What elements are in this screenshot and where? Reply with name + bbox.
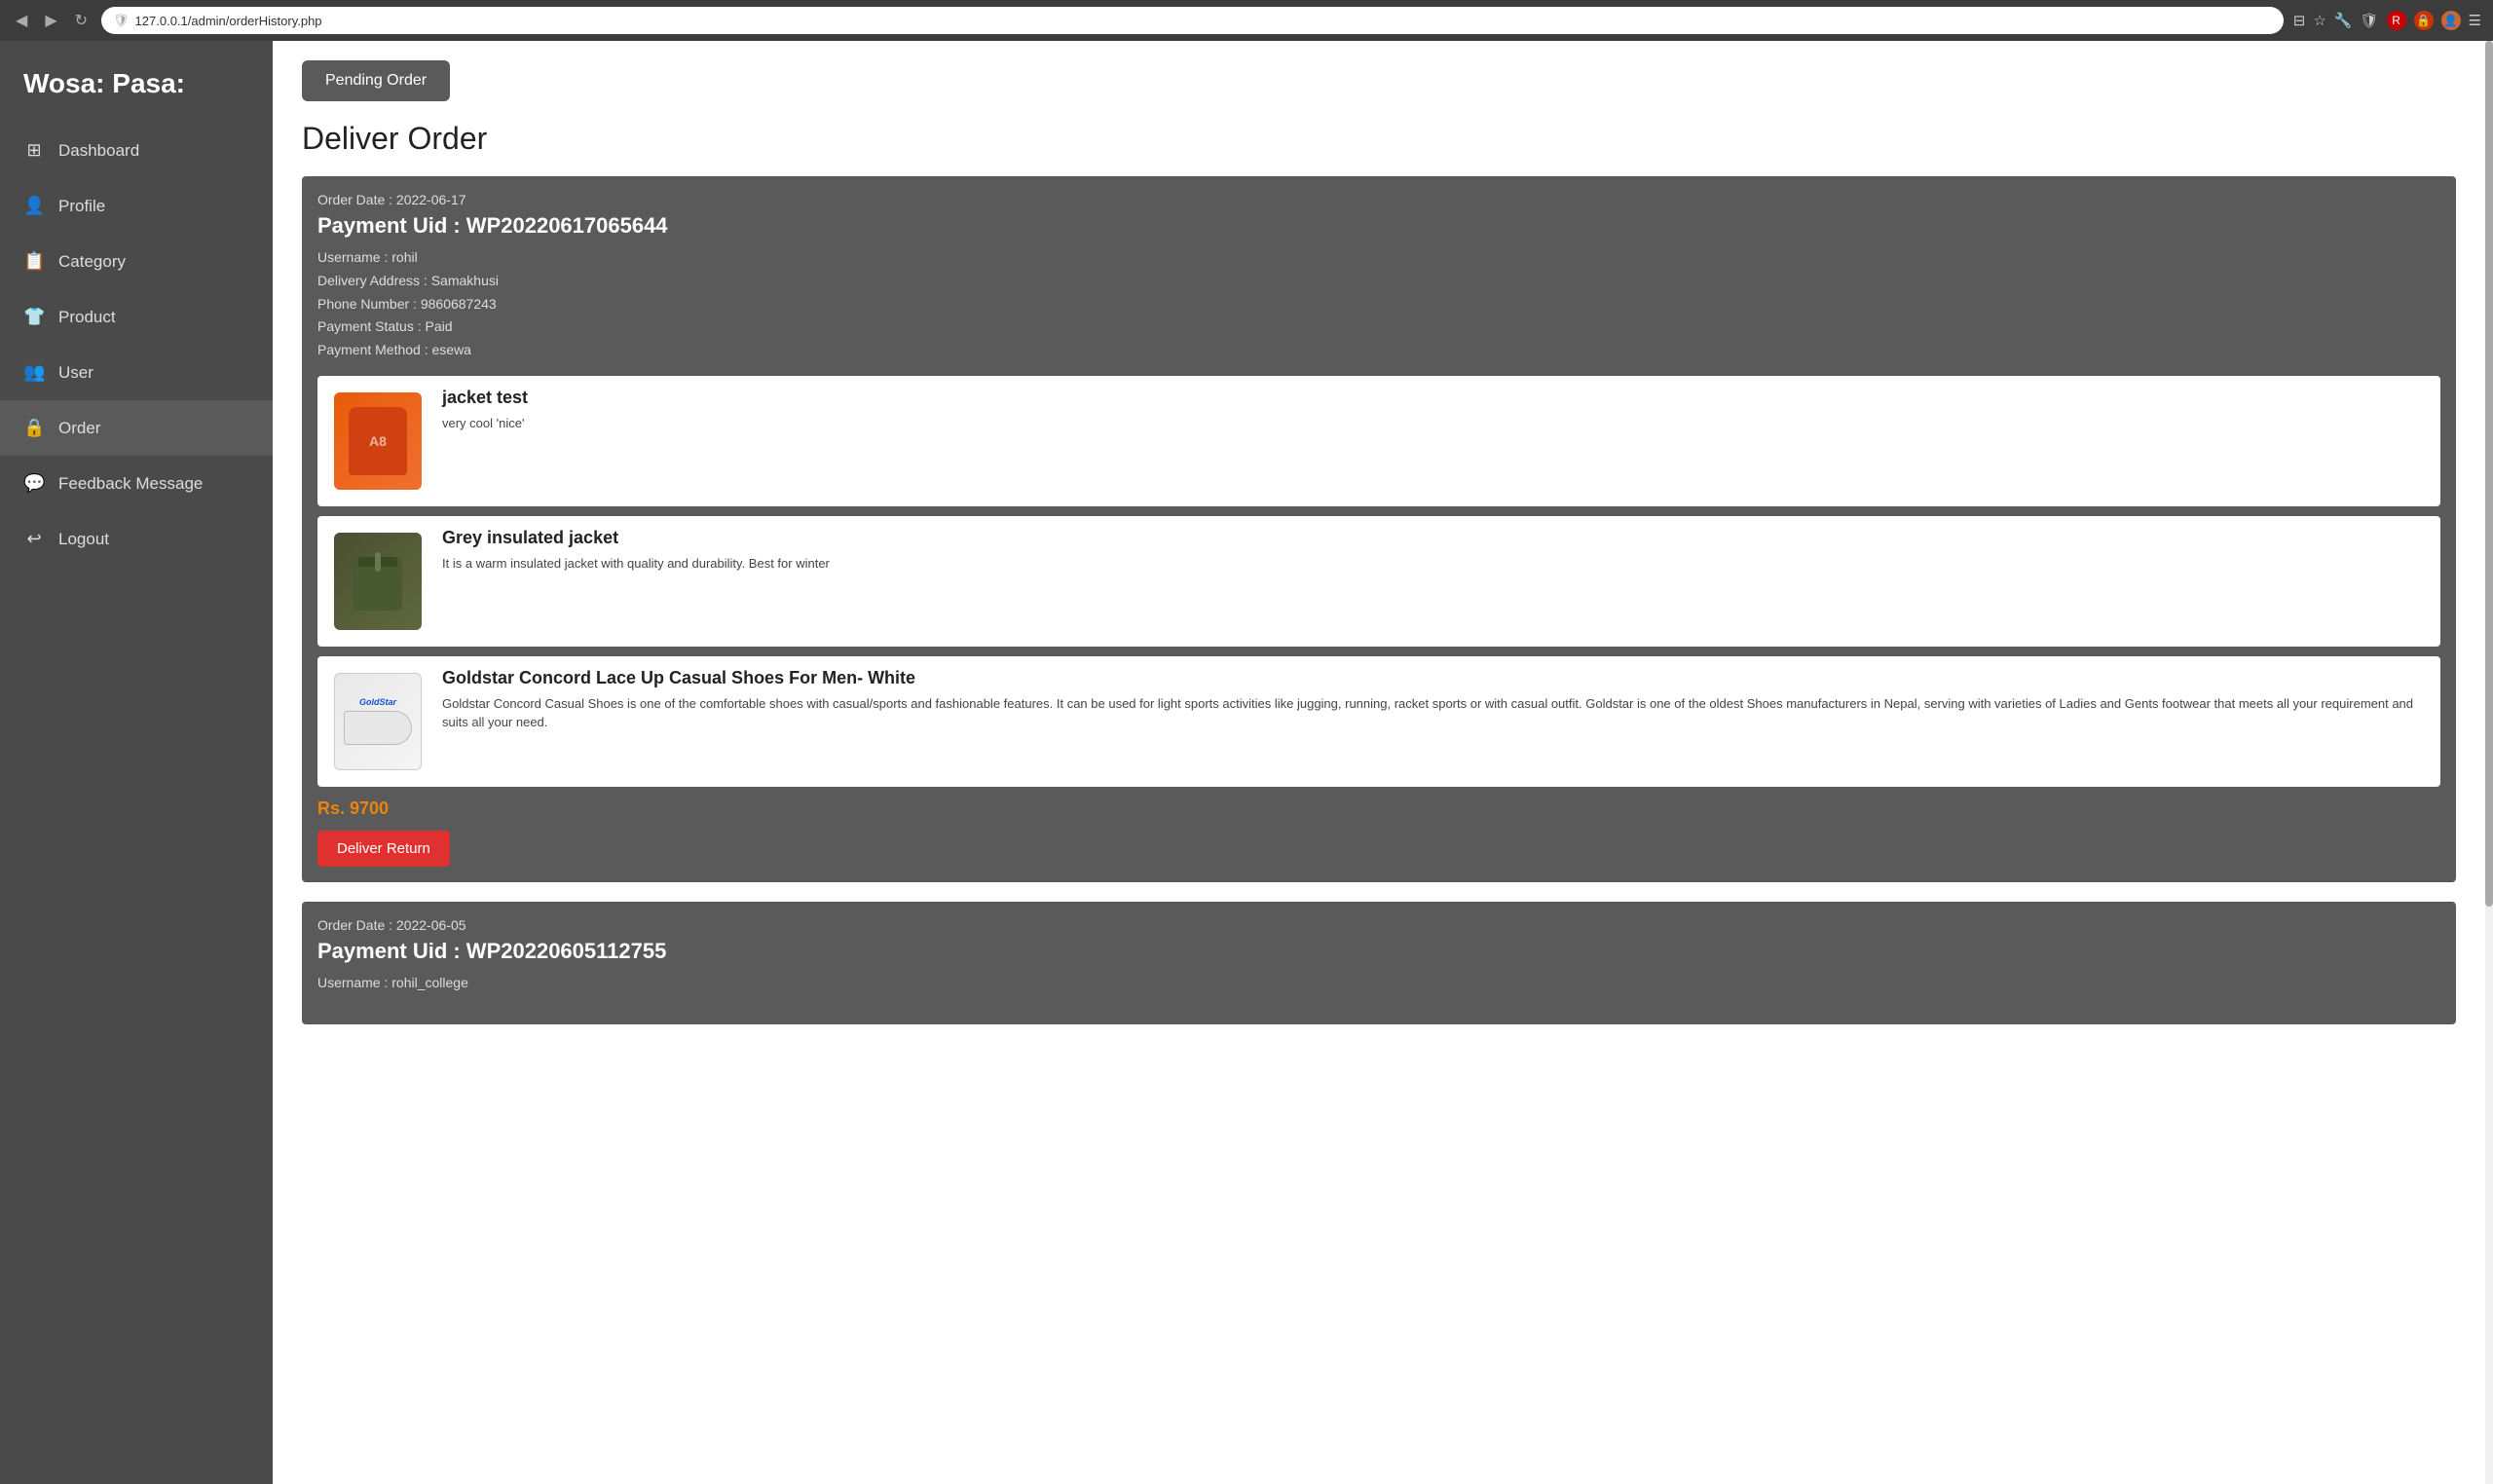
sidebar-item-logout[interactable]: ↩ Logout — [0, 511, 273, 567]
tools-icon: 🔧 — [2334, 12, 2353, 29]
tab-icon: ⊟ — [2293, 12, 2306, 29]
order-total-1: Rs. 9700 — [317, 798, 2440, 819]
security-icon: 🛡 — [113, 13, 130, 28]
order-date-2: Order Date : 2022-06-05 — [317, 917, 2440, 933]
dashboard-icon: ⊞ — [23, 140, 45, 161]
sidebar-label-product: Product — [58, 308, 116, 327]
white-shoes-visual: GoldStar — [334, 673, 422, 770]
product-desc-1: very cool 'nice' — [442, 414, 2429, 433]
deliver-return-button[interactable]: Deliver Return — [317, 831, 450, 867]
product-image-orange-jacket — [329, 388, 427, 495]
avatar-icon: 👤 — [2441, 11, 2461, 30]
sidebar-item-feedback[interactable]: 💬 Feedback Message — [0, 456, 273, 511]
olive-jacket-visual — [334, 533, 422, 630]
sidebar-label-feedback: Feedback Message — [58, 474, 203, 494]
star-icon: ☆ — [2313, 12, 2326, 29]
back-button[interactable]: ◀ — [12, 7, 31, 34]
product-details-1: jacket test very cool 'nice' — [442, 388, 2429, 433]
sidebar-label-order: Order — [58, 419, 100, 438]
orange-jacket-visual — [334, 392, 422, 490]
app-layout: Wosa: Pasa: ⊞ Dashboard 👤 Profile 📋 Cate… — [0, 41, 2493, 1484]
page-title: Deliver Order — [302, 121, 2456, 157]
order-card-1: Order Date : 2022-06-17 Payment Uid : WP… — [302, 176, 2456, 882]
product-desc-2: It is a warm insulated jacket with quali… — [442, 554, 2429, 574]
sidebar-item-order[interactable]: 🔒 Order — [0, 400, 273, 456]
order-username-2: Username : rohil_college — [317, 972, 2440, 995]
order-icon: 🔒 — [23, 418, 45, 438]
jacket-shape — [349, 407, 407, 475]
logout-icon: ↩ — [23, 529, 45, 549]
sidebar-nav: ⊞ Dashboard 👤 Profile 📋 Category 👕 Produ… — [0, 123, 273, 567]
category-icon: 📋 — [23, 251, 45, 272]
sidebar-label-user: User — [58, 363, 93, 383]
sidebar-item-user[interactable]: 👥 User — [0, 345, 273, 400]
browser-toolbar-right: ⊟ ☆ 🔧 🛡 R 🔒 👤 ☰ — [2293, 11, 2481, 30]
lock-icon: 🔒 — [2414, 11, 2434, 30]
forward-button[interactable]: ▶ — [41, 7, 60, 34]
users-icon: 👥 — [23, 362, 45, 383]
reload-button[interactable]: ↻ — [71, 7, 92, 34]
shoe-shape — [344, 711, 412, 745]
product-details-2: Grey insulated jacket It is a warm insul… — [442, 528, 2429, 574]
order-address-1: Delivery Address : Samakhusi — [317, 270, 2440, 293]
product-name-1: jacket test — [442, 388, 2429, 408]
sidebar-item-category[interactable]: 📋 Category — [0, 234, 273, 289]
product-details-3: Goldstar Concord Lace Up Casual Shoes Fo… — [442, 668, 2429, 732]
product-name-3: Goldstar Concord Lace Up Casual Shoes Fo… — [442, 668, 2429, 688]
sidebar-label-profile: Profile — [58, 197, 105, 216]
main-content: Pending Order Deliver Order Order Date :… — [273, 41, 2485, 1484]
order-info-2: Username : rohil_college — [317, 972, 2440, 995]
shield-icon: 🛡 — [2361, 12, 2379, 29]
product-name-2: Grey insulated jacket — [442, 528, 2429, 548]
sidebar-label-category: Category — [58, 252, 126, 272]
product-item-2: Grey insulated jacket It is a warm insul… — [317, 516, 2440, 647]
sidebar-label-dashboard: Dashboard — [58, 141, 139, 161]
menu-icon: ☰ — [2469, 12, 2481, 29]
url-text: 127.0.0.1/admin/orderHistory.php — [135, 14, 322, 28]
order-info-1: Username : rohil Delivery Address : Sama… — [317, 246, 2440, 362]
order-payment-status-1: Payment Status : Paid — [317, 315, 2440, 339]
scrollbar-thumb[interactable] — [2485, 41, 2493, 907]
app-title: Wosa: Pasa: — [0, 41, 273, 123]
product-icon: 👕 — [23, 307, 45, 327]
order-uid-2: Payment Uid : WP20220605112755 — [317, 939, 2440, 964]
pending-order-button[interactable]: Pending Order — [302, 60, 450, 101]
r-icon: R — [2387, 11, 2406, 30]
sidebar-label-logout: Logout — [58, 530, 109, 549]
sidebar: Wosa: Pasa: ⊞ Dashboard 👤 Profile 📋 Cate… — [0, 41, 273, 1484]
order-payment-method-1: Payment Method : esewa — [317, 339, 2440, 362]
person-icon: 👤 — [23, 196, 45, 216]
address-bar[interactable]: 🛡 127.0.0.1/admin/orderHistory.php — [101, 7, 2284, 34]
order-date-1: Order Date : 2022-06-17 — [317, 192, 2440, 207]
product-image-white-shoes: GoldStar — [329, 668, 427, 775]
order-phone-1: Phone Number : 9860687243 — [317, 293, 2440, 316]
order-username-1: Username : rohil — [317, 246, 2440, 270]
product-desc-3: Goldstar Concord Casual Shoes is one of … — [442, 694, 2429, 732]
sidebar-item-profile[interactable]: 👤 Profile — [0, 178, 273, 234]
feedback-icon: 💬 — [23, 473, 45, 494]
order-card-2: Order Date : 2022-06-05 Payment Uid : WP… — [302, 902, 2456, 1024]
browser-chrome: ◀ ▶ ↻ 🛡 127.0.0.1/admin/orderHistory.php… — [0, 0, 2493, 41]
product-image-olive-jacket — [329, 528, 427, 635]
order-uid-1: Payment Uid : WP20220617065644 — [317, 213, 2440, 239]
goldstar-logo: GoldStar — [359, 697, 396, 707]
product-item-3: GoldStar Goldstar Concord Lace Up Casual… — [317, 656, 2440, 787]
olive-jacket-svg — [349, 547, 407, 615]
sidebar-item-dashboard[interactable]: ⊞ Dashboard — [0, 123, 273, 178]
sidebar-item-product[interactable]: 👕 Product — [0, 289, 273, 345]
product-item-1: jacket test very cool 'nice' — [317, 376, 2440, 506]
scrollbar-track[interactable] — [2485, 41, 2493, 1484]
